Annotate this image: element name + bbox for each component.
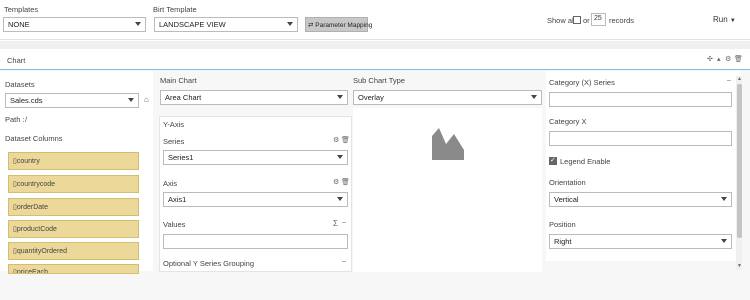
records-label: records bbox=[609, 16, 635, 25]
position-select[interactable]: Right bbox=[549, 234, 732, 249]
templates-select[interactable]: NONE bbox=[3, 17, 146, 32]
main-chart-value: Area Chart bbox=[165, 93, 202, 102]
caret-down-icon: ▼ bbox=[729, 18, 736, 24]
chevron-down-icon bbox=[337, 95, 343, 99]
home-icon[interactable]: ⌂ bbox=[144, 95, 149, 104]
category-series-label: Category (X) Series bbox=[549, 78, 615, 87]
column-item[interactable]: ▯quantityOrdered bbox=[8, 242, 139, 260]
column-label: countrycode bbox=[16, 181, 55, 188]
column-label: orderDate bbox=[16, 204, 48, 211]
chevron-down-icon bbox=[721, 239, 727, 243]
column-item[interactable]: ▯productCode bbox=[8, 220, 139, 238]
category-series-input[interactable] bbox=[549, 92, 732, 107]
path-label: Path : bbox=[5, 115, 25, 124]
legend-enable-checkbox[interactable] bbox=[549, 156, 557, 165]
records-count-value: 25 bbox=[594, 15, 602, 22]
swap-icon: ⇄ bbox=[308, 22, 314, 29]
chart-section-title: Chart bbox=[7, 56, 26, 65]
collapse-icon[interactable]: – bbox=[342, 219, 346, 226]
datasets-select[interactable]: Sales.cds bbox=[5, 93, 139, 108]
series-value: Series1 bbox=[168, 153, 194, 162]
trash-icon[interactable]: 🗑 bbox=[734, 55, 743, 63]
datasets-value: Sales.cds bbox=[10, 96, 43, 105]
series-label: Series bbox=[163, 137, 185, 146]
chart-section-header bbox=[0, 49, 750, 70]
chevron-down-icon bbox=[337, 197, 343, 201]
run-button[interactable]: Run ▼ bbox=[713, 15, 736, 24]
column-item[interactable]: ▯orderDate bbox=[8, 198, 139, 216]
templates-label: Templates bbox=[4, 5, 39, 14]
column-item[interactable]: ▯priceEach bbox=[8, 264, 139, 274]
gear-icon[interactable]: ⚙ bbox=[333, 136, 339, 144]
trash-icon[interactable]: 🗑 bbox=[341, 178, 350, 186]
sigma-icon[interactable]: Σ bbox=[333, 219, 338, 228]
chevron-down-icon bbox=[337, 155, 343, 159]
show-all-checkbox[interactable] bbox=[573, 16, 581, 24]
or-label: or bbox=[583, 16, 590, 25]
sub-chart-select[interactable]: Overlay bbox=[353, 90, 542, 105]
legend-enable-label: Legend Enable bbox=[560, 157, 611, 166]
position-label: Position bbox=[549, 220, 576, 229]
position-value: Right bbox=[554, 237, 572, 246]
y-axis-label: Y-Axis bbox=[163, 120, 184, 129]
parameter-mapping-label: Parameter Mapping bbox=[315, 22, 373, 29]
birt-template-label: Birt Template bbox=[153, 5, 197, 14]
column-label: productCode bbox=[16, 226, 57, 233]
category-x-label: Category X bbox=[549, 117, 587, 126]
axis-select[interactable]: Axis1 bbox=[163, 192, 348, 207]
show-all-label: Show all bbox=[547, 16, 576, 25]
birt-template-select[interactable]: LANDSCAPE VIEW bbox=[154, 17, 298, 32]
sub-chart-value: Overlay bbox=[358, 93, 384, 102]
values-input[interactable] bbox=[163, 234, 348, 249]
column-item[interactable]: ▯country bbox=[8, 152, 139, 170]
main-chart-select[interactable]: Area Chart bbox=[160, 90, 348, 105]
parameter-mapping-button[interactable]: ⇄ Parameter Mapping bbox=[305, 17, 372, 32]
scroll-up-icon[interactable]: ▲ bbox=[737, 76, 742, 82]
category-x-input[interactable] bbox=[549, 131, 732, 146]
column-item[interactable]: ▯countrycode bbox=[8, 175, 139, 193]
gear-icon[interactable]: ⚙ bbox=[725, 55, 731, 63]
templates-value: NONE bbox=[8, 20, 30, 29]
main-chart-label: Main Chart bbox=[160, 76, 197, 85]
collapse-icon[interactable]: – bbox=[727, 77, 731, 84]
collapse-icon[interactable]: ▴ bbox=[717, 55, 721, 63]
records-count-input[interactable]: 25 bbox=[591, 13, 606, 26]
axis-value: Axis1 bbox=[168, 195, 187, 204]
area-chart-icon bbox=[432, 128, 464, 160]
chevron-down-icon bbox=[531, 95, 537, 99]
run-label: Run bbox=[713, 15, 728, 24]
path-value: / bbox=[25, 115, 28, 124]
collapse-icon[interactable]: – bbox=[342, 258, 346, 265]
datasets-label: Datasets bbox=[5, 80, 35, 89]
column-label: priceEach bbox=[16, 269, 48, 274]
orientation-value: Vertical bbox=[554, 195, 579, 204]
chevron-down-icon bbox=[128, 98, 134, 102]
sub-chart-label: Sub Chart Type bbox=[353, 76, 405, 85]
column-label: country bbox=[16, 158, 40, 165]
column-label: quantityOrdered bbox=[16, 248, 68, 255]
chevron-down-icon bbox=[721, 197, 727, 201]
scroll-down-icon[interactable]: ▼ bbox=[737, 263, 742, 269]
axis-label: Axis bbox=[163, 179, 178, 188]
chevron-down-icon bbox=[287, 22, 293, 26]
chevron-down-icon bbox=[135, 22, 141, 26]
series-select[interactable]: Series1 bbox=[163, 150, 348, 165]
orientation-label: Orientation bbox=[549, 178, 586, 187]
values-label: Values bbox=[163, 220, 186, 229]
scrollbar-thumb[interactable] bbox=[737, 84, 742, 238]
optional-grouping-label: Optional Y Series Grouping bbox=[163, 259, 255, 268]
birt-template-value: LANDSCAPE VIEW bbox=[159, 20, 226, 29]
section-gap bbox=[0, 41, 750, 49]
gear-icon[interactable]: ⚙ bbox=[333, 178, 339, 186]
trash-icon[interactable]: 🗑 bbox=[341, 136, 350, 144]
orientation-select[interactable]: Vertical bbox=[549, 192, 732, 207]
move-icon[interactable]: ✣ bbox=[707, 55, 713, 63]
dataset-columns-label: Dataset Columns bbox=[5, 134, 63, 143]
